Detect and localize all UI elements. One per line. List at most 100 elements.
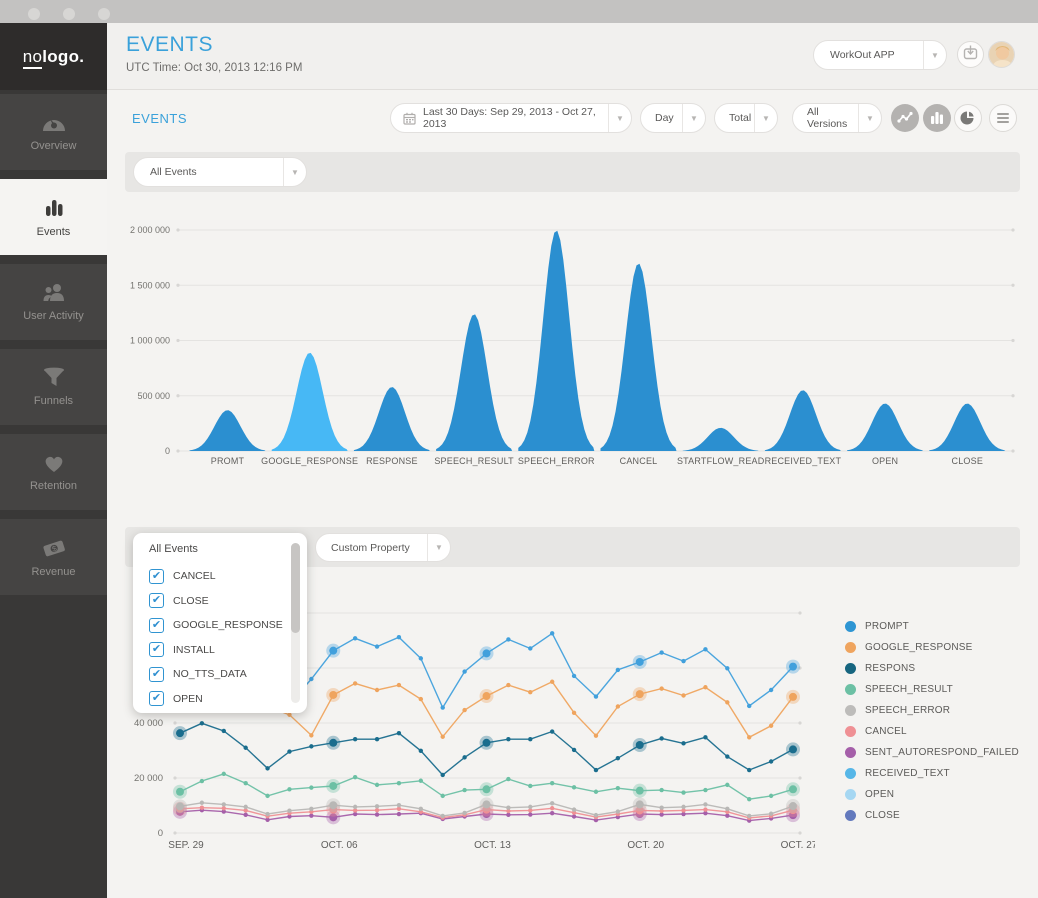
window-dot[interactable] xyxy=(98,8,110,20)
sidebar-item-label: Events xyxy=(37,226,71,238)
avatar[interactable] xyxy=(988,41,1015,68)
window-dot[interactable] xyxy=(63,8,75,20)
legend-dot xyxy=(845,705,856,716)
events-peaks-chart: 0500 0001 000 0001 500 0002 000 000PROMT… xyxy=(125,190,1020,472)
legend-item-OPEN[interactable]: OPEN xyxy=(845,789,1019,800)
window-chrome xyxy=(0,0,1038,23)
gauge-icon xyxy=(41,112,67,134)
legend-label: PROMPT xyxy=(865,621,909,632)
legend-label: OPEN xyxy=(865,789,894,800)
export-button[interactable] xyxy=(957,41,984,68)
peak-CLOSE[interactable] xyxy=(929,404,1005,451)
peak-category-label: PROMT xyxy=(211,456,245,466)
legend-dot xyxy=(845,684,856,695)
sidebar-item-label: Funnels xyxy=(34,395,73,407)
legend-item-SENT_AUTORESPOND_FAILED[interactable]: SENT_AUTORESPOND_FAILED xyxy=(845,747,1019,758)
dropdown-item-GOOGLE_RESPONSE[interactable]: ✔ GOOGLE_RESPONSE xyxy=(149,613,307,638)
sidebar-item-revenue[interactable]: $ Revenue xyxy=(0,519,107,595)
legend-dot xyxy=(845,810,856,821)
legend-item-CANCEL[interactable]: CANCEL xyxy=(845,726,1019,737)
bar-chart-view-button[interactable] xyxy=(923,104,951,132)
sidebar-item-funnels[interactable]: Funnels xyxy=(0,349,107,425)
peak-CANCEL[interactable] xyxy=(601,264,677,451)
sidebar-item-overview[interactable]: Overview xyxy=(0,94,107,170)
legend-label: SENT_AUTORESPOND_FAILED xyxy=(865,747,1019,758)
x-axis-label: OCT. 06 xyxy=(321,840,358,851)
bar-chart-icon xyxy=(42,196,66,220)
chevron-down-icon: ▼ xyxy=(924,51,946,60)
svg-text:0: 0 xyxy=(158,828,163,839)
svg-text:1 000 000: 1 000 000 xyxy=(130,336,170,346)
dropdown-item-label: INSTALL xyxy=(173,644,215,656)
chart-legend: PROMPT GOOGLE_RESPONSE RESPONS SPEECH_RESUL… xyxy=(845,621,1019,821)
line-chart-icon xyxy=(896,109,914,127)
legend-item-SPEECH_RESULT[interactable]: SPEECH_RESULT xyxy=(845,684,1019,695)
granularity-select[interactable]: Day ▼ xyxy=(640,103,706,133)
peak-GOOGLE_RESPONSE[interactable] xyxy=(272,353,348,451)
heart-icon xyxy=(42,452,66,474)
checkbox[interactable]: ✔ xyxy=(149,667,164,682)
checkbox[interactable]: ✔ xyxy=(149,618,164,633)
list-view-button[interactable] xyxy=(989,104,1017,132)
x-axis-label: OCT. 13 xyxy=(474,840,511,851)
pie-chart-icon xyxy=(960,110,976,126)
sidebar-item-retention[interactable]: Retention xyxy=(0,434,107,510)
date-range-value: Last 30 Days: Sep 29, 2013 - Oct 27, 201… xyxy=(423,106,608,130)
custom-property-select[interactable]: Custom Property ▼ xyxy=(315,533,451,562)
checkbox[interactable]: ✔ xyxy=(149,691,164,706)
peak-SPEECH_RESULT[interactable] xyxy=(436,314,512,451)
dropdown-scrollbar-thumb[interactable] xyxy=(291,543,300,633)
checkbox[interactable]: ✔ xyxy=(149,569,164,584)
dropdown-item-INSTALL[interactable]: ✔ INSTALL xyxy=(149,638,307,663)
legend-label: RECEIVED_TEXT xyxy=(865,768,950,779)
legend-item-SPEECH_ERROR[interactable]: SPEECH_ERROR xyxy=(845,705,1019,716)
funnel-icon xyxy=(42,367,66,389)
svg-text:20 000: 20 000 xyxy=(134,773,163,784)
peak-category-label: RESPONSE xyxy=(366,456,418,466)
peak-category-label: GOOGLE_RESPONSE xyxy=(261,456,358,466)
sidebar-item-events[interactable]: Events xyxy=(0,179,107,255)
line-chart-view-button[interactable] xyxy=(891,104,919,132)
events-filter-select[interactable]: All Events ▼ xyxy=(133,157,307,187)
peak-RECEIVED_TEXT[interactable] xyxy=(765,390,841,451)
legend-dot xyxy=(845,621,856,632)
svg-text:2 000 000: 2 000 000 xyxy=(130,225,170,235)
pie-chart-view-button[interactable] xyxy=(954,104,982,132)
sidebar-item-label: Retention xyxy=(30,480,77,492)
dropdown-item-label: CANCEL xyxy=(173,570,216,582)
dropdown-item-CLOSE[interactable]: ✔CLOSE xyxy=(149,589,307,614)
peak-STARTFLOW_READ[interactable] xyxy=(683,428,759,451)
app-selector-value: WorkOut APP xyxy=(814,49,895,61)
dropdown-scrollbar[interactable] xyxy=(291,543,300,703)
legend-item-PROMPT[interactable]: PROMPT xyxy=(845,621,1019,632)
sidebar-item-user-activity[interactable]: User Activity xyxy=(0,264,107,340)
dropdown-item-CANCEL[interactable]: ✔ CANCEL xyxy=(149,564,307,589)
dropdown-item-NO_TTS_DATA[interactable]: ✔NO_TTS_DATA xyxy=(149,662,307,687)
peak-OPEN[interactable] xyxy=(847,404,923,451)
peak-PROMT[interactable] xyxy=(190,410,266,451)
legend-item-CLOSE[interactable]: CLOSE xyxy=(845,810,1019,821)
legend-item-RECEIVED_TEXT[interactable]: RECEIVED_TEXT xyxy=(845,768,1019,779)
main-content: EVENTS Last 30 Days: Sep 29, 2013 - Oct … xyxy=(107,90,1038,898)
aggregation-select[interactable]: Total ▼ xyxy=(714,103,778,133)
legend-item-RESPONS[interactable]: RESPONS xyxy=(845,663,1019,674)
x-axis-label: SEP. 29 xyxy=(168,840,204,851)
peak-RESPONSE[interactable] xyxy=(354,387,430,451)
events-dropdown-header: All Events xyxy=(149,543,307,555)
versions-select[interactable]: All Versions ▼ xyxy=(792,103,882,133)
date-range-picker[interactable]: Last 30 Days: Sep 29, 2013 - Oct 27, 201… xyxy=(390,103,632,133)
menu-icon xyxy=(996,112,1010,124)
chevron-down-icon: ▼ xyxy=(683,114,705,123)
legend-label: CLOSE xyxy=(865,810,900,821)
dropdown-item-OPEN[interactable]: ✔ OPEN xyxy=(149,687,307,712)
checkbox[interactable]: ✔ xyxy=(149,593,164,608)
window-dot[interactable] xyxy=(28,8,40,20)
sidebar: Overview Events User Activity Funnels Re… xyxy=(0,90,107,898)
legend-dot xyxy=(845,789,856,800)
dollar-bill-icon: $ xyxy=(41,536,67,560)
app-selector[interactable]: WorkOut APP ▼ xyxy=(813,40,947,70)
dropdown-item-label: OPEN xyxy=(173,693,203,705)
dropdown-item-label: GOOGLE_RESPONSE xyxy=(173,619,283,631)
legend-item-GOOGLE_RESPONSE[interactable]: GOOGLE_RESPONSE xyxy=(845,642,1019,653)
checkbox[interactable]: ✔ xyxy=(149,642,164,657)
